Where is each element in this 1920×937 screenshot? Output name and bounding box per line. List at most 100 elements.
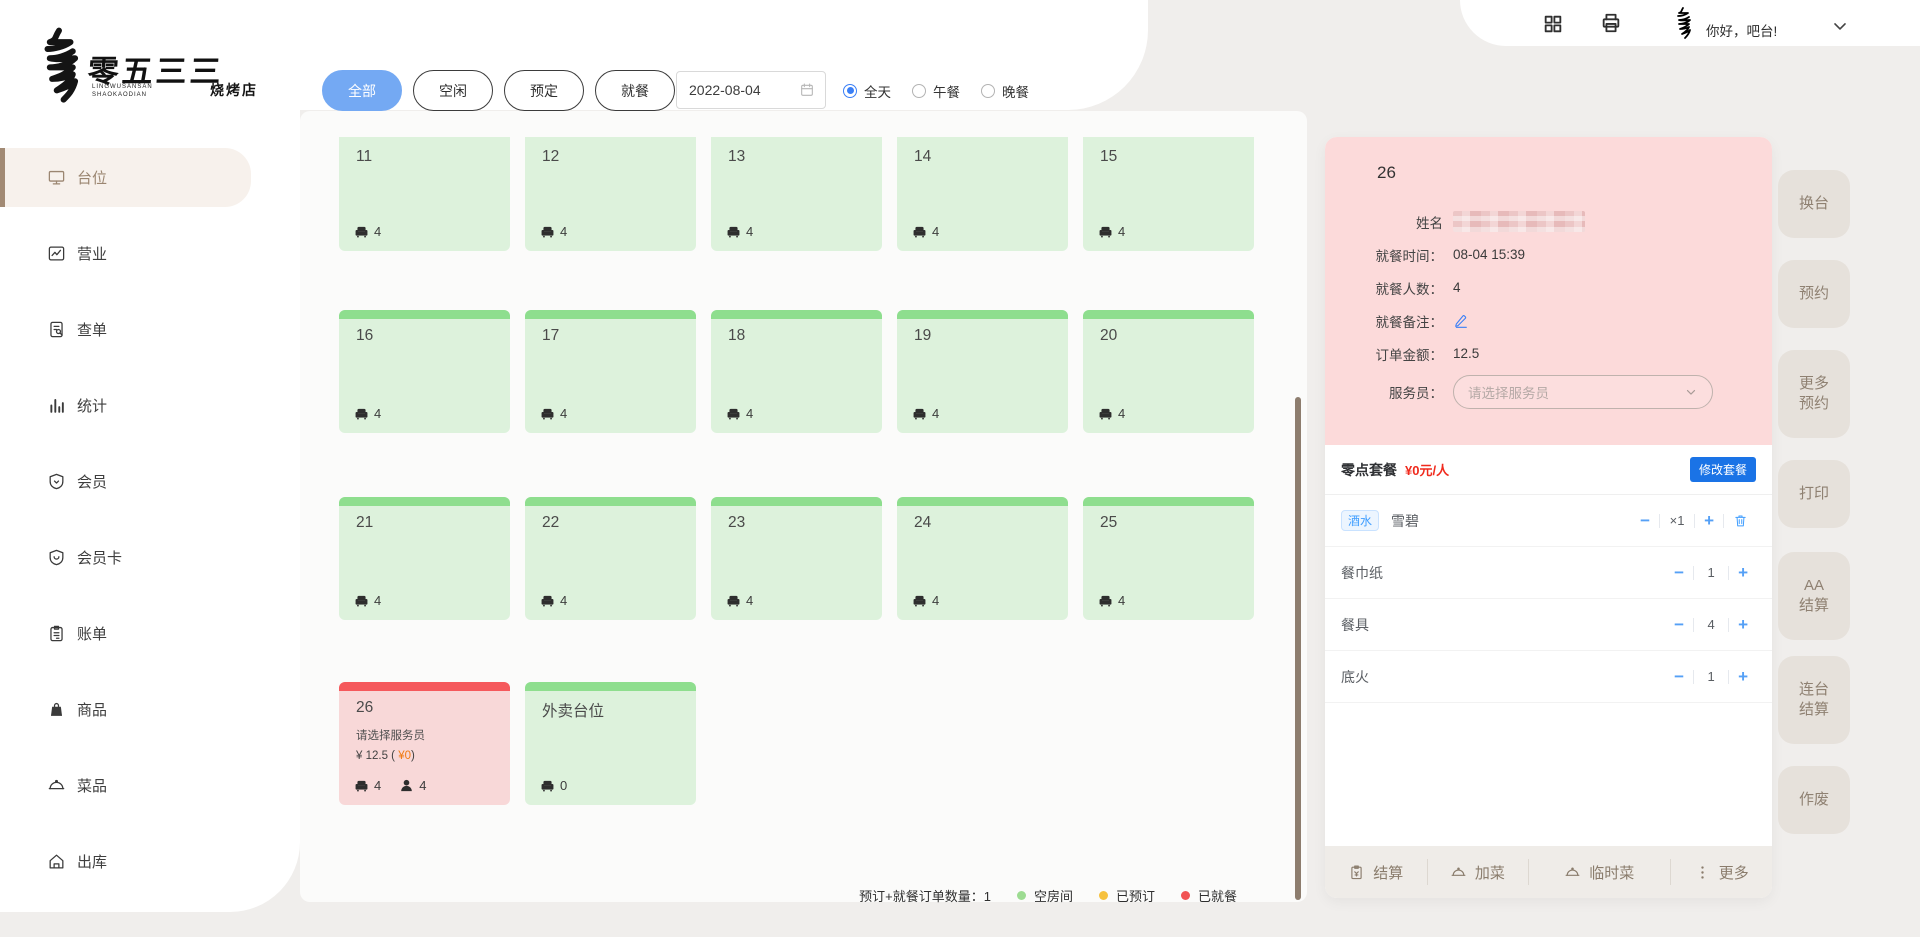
seat-count: 4 xyxy=(932,406,939,421)
minus-button[interactable]: − xyxy=(1674,668,1684,685)
panel-action-临时菜[interactable]: 临时菜 xyxy=(1528,846,1670,898)
table-card-11[interactable]: 11 4 xyxy=(339,137,510,251)
detail-field: 就餐时间： 08-04 15:39 xyxy=(1325,238,1772,271)
edit-pencil-icon[interactable] xyxy=(1453,313,1469,329)
sidebar-item-label: 统计 xyxy=(77,395,107,416)
table-card-16[interactable]: 16 4 xyxy=(339,310,510,433)
side-action-更多预约[interactable]: 更多预约 xyxy=(1778,350,1850,438)
table-card-22[interactable]: 22 4 xyxy=(525,497,696,620)
meal-radio-晚餐[interactable]: 晚餐 xyxy=(981,81,1029,101)
vertical-scrollbar[interactable] xyxy=(1295,397,1301,900)
panel-action-更多[interactable]: 更多 xyxy=(1670,846,1772,898)
table-card-24[interactable]: 24 4 xyxy=(897,497,1068,620)
status-filter-全部[interactable]: 全部 xyxy=(322,70,402,111)
table-number: 23 xyxy=(728,514,745,532)
side-action-连台结算[interactable]: 连台结算 xyxy=(1778,656,1850,744)
item-quantity: 1 xyxy=(1703,669,1719,684)
sofa-icon xyxy=(726,406,741,421)
side-action-换台[interactable]: 换台 xyxy=(1778,170,1850,238)
status-filter-空闲[interactable]: 空闲 xyxy=(413,70,493,111)
table-card-18[interactable]: 18 4 xyxy=(711,310,882,433)
table-card-14[interactable]: 14 4 xyxy=(897,137,1068,251)
table-card-23[interactable]: 23 4 xyxy=(711,497,882,620)
brand-subtitle: LINGWUSANSAN SHAOKAODIAN 烧烤店 xyxy=(92,84,252,100)
meal-radio-全天[interactable]: 全天 xyxy=(843,81,891,101)
sidebar-item-营业[interactable]: 营业 xyxy=(0,224,251,283)
table-detail-header: 26 姓名 就餐时间： 08-04 15:39 就餐人数： 4 就餐备注： 订单… xyxy=(1325,137,1772,445)
sidebar-item-商品[interactable]: 商品 xyxy=(0,680,251,739)
table-card-13[interactable]: 13 4 xyxy=(711,137,882,251)
grid-apps-icon[interactable] xyxy=(1542,13,1564,35)
sidebar-item-菜品[interactable]: 菜品 xyxy=(0,756,251,815)
printer-icon[interactable] xyxy=(1600,12,1622,34)
panel-action-label: 结算 xyxy=(1373,862,1403,883)
table-status-strip xyxy=(339,682,510,691)
floor-map: 11 4 12 4 13 xyxy=(300,111,1307,902)
server-select[interactable]: 请选择服务员 xyxy=(1453,375,1713,409)
side-action-AA结算[interactable]: AA结算 xyxy=(1778,552,1850,640)
sidebar-item-统计[interactable]: 统计 xyxy=(0,376,251,435)
table-number: 26 xyxy=(356,699,373,717)
trash-icon[interactable] xyxy=(1733,513,1748,528)
table-card-12[interactable]: 12 4 xyxy=(525,137,696,251)
avatar[interactable] xyxy=(1666,6,1700,46)
sidebar-item-台位[interactable]: 台位 xyxy=(0,148,251,207)
meal-radio-午餐[interactable]: 午餐 xyxy=(912,81,960,101)
table-card-15[interactable]: 15 4 xyxy=(1083,137,1254,251)
sidebar-item-会员卡[interactable]: 会员卡 xyxy=(0,528,251,587)
package-price: ¥0元/人 xyxy=(1405,460,1449,479)
edit-package-button[interactable]: 修改套餐 xyxy=(1690,457,1756,482)
status-filter-就餐[interactable]: 就餐 xyxy=(595,70,675,111)
sidebar-item-出库[interactable]: 出库 xyxy=(0,832,251,891)
cloche-icon xyxy=(1450,864,1467,881)
detail-field: 服务员： 请选择服务员 xyxy=(1325,370,1772,414)
plus-button[interactable]: + xyxy=(1704,512,1714,529)
table-card-25[interactable]: 25 4 xyxy=(1083,497,1254,620)
sidebar-item-label: 查单 xyxy=(77,319,107,340)
status-filter-group: 全部 空闲 预定 就餐 xyxy=(322,70,675,111)
item-name: 餐巾纸 xyxy=(1341,563,1383,583)
sofa-icon xyxy=(354,224,369,239)
kebab-icon xyxy=(1694,864,1711,881)
meal-radio-label: 午餐 xyxy=(933,81,960,101)
item-name: 餐具 xyxy=(1341,615,1369,635)
plus-button[interactable]: + xyxy=(1738,564,1748,581)
date-input[interactable] xyxy=(687,81,799,99)
sidebar-item-账单[interactable]: 账单 xyxy=(0,604,251,663)
panel-action-结算[interactable]: 结算 xyxy=(1325,846,1427,898)
side-action-打印[interactable]: 打印 xyxy=(1778,460,1850,528)
minus-button[interactable]: − xyxy=(1674,616,1684,633)
table-capacity: 4 xyxy=(354,224,393,239)
divider xyxy=(1728,618,1729,632)
item-category-tag: 酒水 xyxy=(1341,510,1379,531)
table-card-19[interactable]: 19 4 xyxy=(897,310,1068,433)
plus-button[interactable]: + xyxy=(1738,668,1748,685)
panel-action-加菜[interactable]: 加菜 xyxy=(1427,846,1529,898)
divider xyxy=(1693,566,1694,580)
date-picker[interactable] xyxy=(676,71,826,109)
minus-button[interactable]: − xyxy=(1640,512,1650,529)
side-action-预约[interactable]: 预约 xyxy=(1778,260,1850,328)
order-item-底火: 底火 − 1 + xyxy=(1325,651,1772,703)
table-card-外卖台位[interactable]: 外卖台位 0 xyxy=(525,682,696,805)
table-card-21[interactable]: 21 4 xyxy=(339,497,510,620)
table-card-20[interactable]: 20 4 xyxy=(1083,310,1254,433)
guest-count: 4 xyxy=(419,778,426,793)
sidebar-item-会员[interactable]: 会员 xyxy=(0,452,251,511)
detail-field-value: 12.5 xyxy=(1453,346,1479,361)
sofa-icon xyxy=(354,778,369,793)
table-card-26[interactable]: 26 请选择服务员 ¥ 12.5 ( ¥0) 4 4 xyxy=(339,682,510,805)
plus-button[interactable]: + xyxy=(1738,616,1748,633)
table-card-17[interactable]: 17 4 xyxy=(525,310,696,433)
detail-field-label: 就餐备注： xyxy=(1333,311,1443,331)
sidebar-item-查单[interactable]: 查单 xyxy=(0,300,251,359)
side-action-作废[interactable]: 作废 xyxy=(1778,766,1850,834)
seat-count: 4 xyxy=(1118,406,1125,421)
table-row: 11 4 12 4 13 xyxy=(339,137,1254,251)
chevron-down-icon[interactable] xyxy=(1830,16,1850,36)
chevron-down-icon xyxy=(1684,385,1698,399)
minus-button[interactable]: − xyxy=(1674,564,1684,581)
divider xyxy=(1728,670,1729,684)
status-filter-预定[interactable]: 预定 xyxy=(504,70,584,111)
table-capacity: 0 xyxy=(540,778,579,793)
